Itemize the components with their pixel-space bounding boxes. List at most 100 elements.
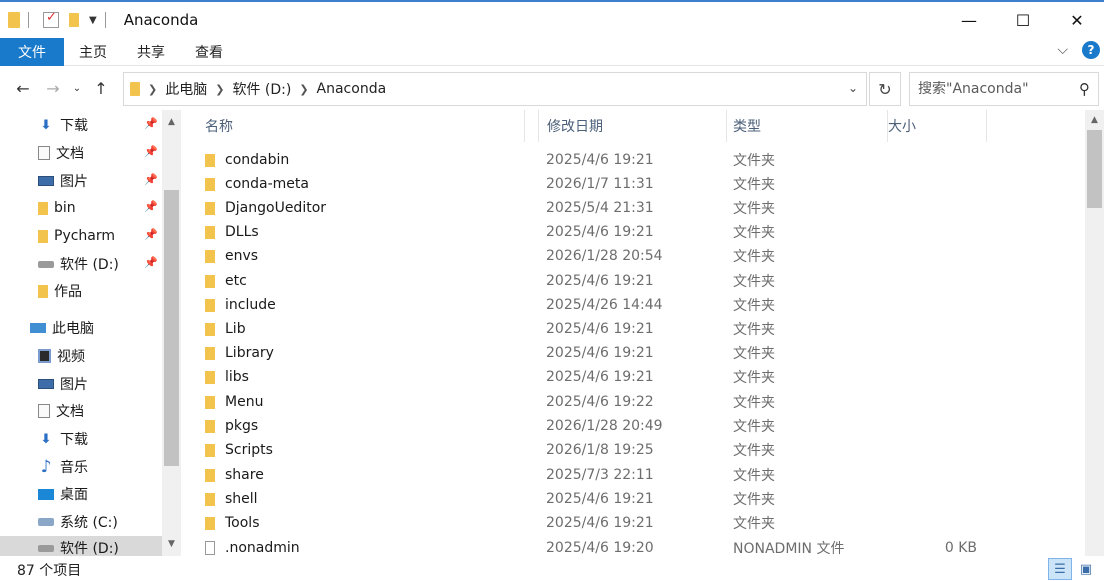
- picture-icon: [38, 379, 54, 389]
- sidebar-item-pycharm[interactable]: Pycharm 📌: [0, 224, 162, 248]
- scroll-up-icon[interactable]: ▲: [162, 114, 181, 130]
- sidebar-item-pictures[interactable]: 图片 📌: [0, 169, 162, 193]
- file-row[interactable]: Lib 2025/4/6 19:21 文件夹: [183, 317, 1085, 341]
- file-name: conda-meta: [225, 176, 309, 192]
- quick-access-toolbar: ▼: [8, 10, 114, 28]
- file-row[interactable]: shell 2025/4/6 19:21 文件夹: [183, 487, 1085, 511]
- file-row[interactable]: etc 2025/4/6 19:21 文件夹: [183, 269, 1085, 293]
- chevron-right-icon[interactable]: ❯: [148, 83, 157, 96]
- sidebar-item-label: 此电脑: [52, 321, 94, 337]
- column-size[interactable]: 大小: [866, 110, 987, 142]
- refresh-button[interactable]: ↻: [869, 72, 901, 106]
- column-date[interactable]: 修改日期: [524, 110, 727, 142]
- file-row[interactable]: pkgs 2026/1/28 20:49 文件夹: [183, 414, 1085, 438]
- sidebar-item-label: 桌面: [60, 487, 88, 503]
- file-name: Library: [225, 345, 274, 361]
- file-list-scrollbar[interactable]: ▲: [1085, 110, 1104, 556]
- pin-icon[interactable]: 📌: [144, 256, 158, 269]
- breadcrumb-anaconda[interactable]: Anaconda: [317, 81, 387, 97]
- column-name[interactable]: 名称: [183, 110, 539, 142]
- folder-icon: [38, 229, 48, 243]
- search-icon[interactable]: ⚲: [1079, 80, 1090, 98]
- file-row[interactable]: Tools 2025/4/6 19:21 文件夹: [183, 511, 1085, 535]
- file-row[interactable]: condabin 2025/4/6 19:21 文件夹: [183, 148, 1085, 172]
- sidebar-item-bin[interactable]: bin 📌: [0, 196, 162, 220]
- download-icon: ⬇: [40, 431, 52, 447]
- close-button[interactable]: ✕: [1050, 2, 1104, 38]
- pin-icon[interactable]: 📌: [144, 200, 158, 213]
- file-name: Menu: [225, 394, 264, 410]
- file-row[interactable]: envs 2026/1/28 20:54 文件夹: [183, 244, 1085, 268]
- maximize-button[interactable]: ☐: [996, 2, 1050, 38]
- breadcrumb-drive-d[interactable]: 软件 (D:): [232, 79, 291, 99]
- help-icon[interactable]: ?: [1082, 41, 1100, 59]
- search-input[interactable]: [918, 81, 1068, 97]
- scroll-up-icon[interactable]: ▲: [1085, 112, 1104, 128]
- scrollbar-thumb[interactable]: [1087, 130, 1102, 208]
- sidebar-item-works[interactable]: 作品: [0, 279, 162, 303]
- chevron-right-icon[interactable]: ❯: [299, 83, 308, 96]
- folder-icon[interactable]: [8, 12, 20, 28]
- pin-icon[interactable]: 📌: [144, 145, 158, 158]
- address-dropdown-icon[interactable]: ⌄: [848, 81, 858, 95]
- new-folder-icon[interactable]: [69, 13, 79, 27]
- sidebar-item-label: 文档: [56, 146, 84, 162]
- chevron-right-icon[interactable]: ❯: [215, 83, 224, 96]
- sidebar-item-documents-pc[interactable]: 文档: [0, 399, 162, 423]
- tab-share[interactable]: 共享: [122, 38, 180, 66]
- sidebar-item-this-pc[interactable]: 此电脑: [0, 316, 162, 340]
- up-button[interactable]: ↑: [86, 73, 116, 103]
- tab-home[interactable]: 主页: [64, 38, 122, 66]
- column-type[interactable]: 类型: [711, 110, 888, 142]
- minimize-button[interactable]: —: [942, 2, 996, 38]
- file-row[interactable]: Menu 2025/4/6 19:22 文件夹: [183, 390, 1085, 414]
- sidebar-item-documents[interactable]: 文档 📌: [0, 141, 162, 165]
- expand-ribbon-chevron-icon[interactable]: ⌵: [1057, 42, 1068, 58]
- sidebar-item-downloads-pc[interactable]: ⬇ 下载: [0, 427, 162, 451]
- sidebar-item-label: 图片: [60, 377, 88, 393]
- sidebar-item-desktop[interactable]: 桌面: [0, 482, 162, 506]
- forward-button[interactable]: →: [38, 73, 68, 103]
- recent-locations-button[interactable]: ⌄: [68, 73, 86, 103]
- file-row[interactable]: share 2025/7/3 22:11 文件夹: [183, 463, 1085, 487]
- file-row[interactable]: Library 2025/4/6 19:21 文件夹: [183, 341, 1085, 365]
- file-row[interactable]: DLLs 2025/4/6 19:21 文件夹: [183, 220, 1085, 244]
- tab-view[interactable]: 查看: [180, 38, 238, 66]
- file-row[interactable]: Scripts 2026/1/8 19:25 文件夹: [183, 438, 1085, 462]
- file-size: [883, 172, 977, 196]
- sidebar-item-music[interactable]: ♪ 音乐: [0, 455, 162, 479]
- file-name: share: [225, 467, 264, 483]
- large-icons-view-icon[interactable]: ▣: [1074, 558, 1098, 580]
- file-icon: [205, 541, 215, 555]
- sidebar-item-downloads[interactable]: ⬇ 下载 📌: [0, 113, 162, 137]
- details-view-icon[interactable]: ☰: [1048, 558, 1072, 580]
- file-row[interactable]: .nonadmin 2025/4/6 19:20 NONADMIN 文件 0 K…: [183, 536, 1085, 556]
- customize-dropdown-icon[interactable]: ▼: [89, 15, 97, 26]
- pin-icon[interactable]: 📌: [144, 228, 158, 241]
- folder-icon: [205, 395, 215, 409]
- file-row[interactable]: conda-meta 2026/1/7 11:31 文件夹: [183, 172, 1085, 196]
- scroll-down-icon[interactable]: ▼: [162, 536, 181, 552]
- search-box[interactable]: ⚲: [909, 72, 1099, 106]
- sidebar-scrollbar[interactable]: ▲ ▼: [162, 110, 181, 556]
- pin-icon[interactable]: 📌: [144, 117, 158, 130]
- document-icon: [38, 146, 50, 160]
- scrollbar-thumb[interactable]: [164, 190, 179, 466]
- back-button[interactable]: ←: [8, 73, 38, 103]
- file-row[interactable]: include 2025/4/26 14:44 文件夹: [183, 293, 1085, 317]
- sidebar-item-drive-d[interactable]: 软件 (D:): [0, 536, 162, 556]
- sidebar-item-drive-d-pinned[interactable]: 软件 (D:) 📌: [0, 252, 162, 276]
- file-row[interactable]: DjangoUeditor 2025/5/4 21:31 文件夹: [183, 196, 1085, 220]
- sidebar-item-pictures-pc[interactable]: 图片: [0, 372, 162, 396]
- file-name: pkgs: [225, 418, 259, 434]
- breadcrumb-this-pc[interactable]: 此电脑: [165, 79, 207, 99]
- file-row[interactable]: libs 2025/4/6 19:21 文件夹: [183, 365, 1085, 389]
- sidebar-item-videos[interactable]: 视频: [0, 344, 162, 368]
- sidebar-item-drive-c[interactable]: 系统 (C:): [0, 510, 162, 534]
- pin-icon[interactable]: 📌: [144, 173, 158, 186]
- file-type: 文件夹: [733, 370, 775, 386]
- address-bar[interactable]: ❯ 此电脑 ❯ 软件 (D:) ❯ Anaconda ⌄: [123, 72, 867, 106]
- file-size: [883, 390, 977, 414]
- tab-file[interactable]: 文件: [0, 37, 64, 66]
- properties-icon[interactable]: [43, 10, 59, 28]
